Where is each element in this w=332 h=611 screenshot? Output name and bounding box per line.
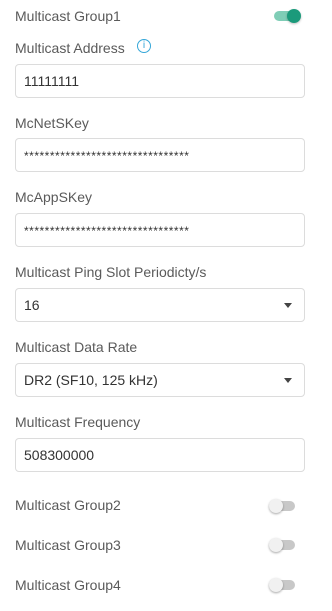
multicast-address-label: Multicast Address [15, 40, 125, 56]
multicast-address-input[interactable]: 11111111 [15, 64, 305, 98]
mcappskey-value: ******************************** [24, 224, 190, 238]
frequency-input[interactable]: 508300000 [15, 438, 305, 472]
multicast-group1-label: Multicast Group1 [15, 8, 121, 24]
data-rate-value: DR2 (SF10, 125 kHz) [24, 372, 158, 388]
multicast-group3-toggle[interactable] [269, 538, 297, 552]
mcnetskey-label: McNetSKey [15, 115, 89, 131]
mcnetskey-value: ******************************** [24, 149, 190, 163]
data-rate-label: Multicast Data Rate [15, 339, 138, 355]
ping-slot-select[interactable]: 16 [15, 288, 305, 322]
mcnetskey-input[interactable]: ******************************** [15, 138, 305, 172]
multicast-group2-toggle[interactable] [269, 499, 297, 513]
mcappskey-input[interactable]: ******************************** [15, 213, 305, 247]
multicast-group2-label: Multicast Group2 [15, 497, 121, 513]
multicast-group4-toggle[interactable] [269, 578, 297, 592]
frequency-value: 508300000 [24, 447, 95, 463]
toggle-knob [287, 9, 301, 23]
ping-slot-value: 16 [24, 297, 40, 313]
ping-slot-label: Multicast Ping Slot Periodicty/s [15, 264, 207, 280]
chevron-down-icon [284, 378, 292, 383]
toggle-knob [269, 578, 283, 592]
multicast-address-value: 11111111 [24, 73, 80, 89]
mcappskey-label: McAppSKey [15, 189, 93, 205]
multicast-group1-toggle[interactable] [274, 9, 302, 23]
multicast-group4-label: Multicast Group4 [15, 577, 121, 593]
info-icon[interactable]: i [137, 39, 151, 53]
multicast-group3-label: Multicast Group3 [15, 537, 121, 553]
chevron-down-icon [284, 303, 292, 308]
data-rate-select[interactable]: DR2 (SF10, 125 kHz) [15, 363, 305, 397]
toggle-knob [269, 538, 283, 552]
toggle-knob [269, 499, 283, 513]
frequency-label: Multicast Frequency [15, 414, 141, 430]
